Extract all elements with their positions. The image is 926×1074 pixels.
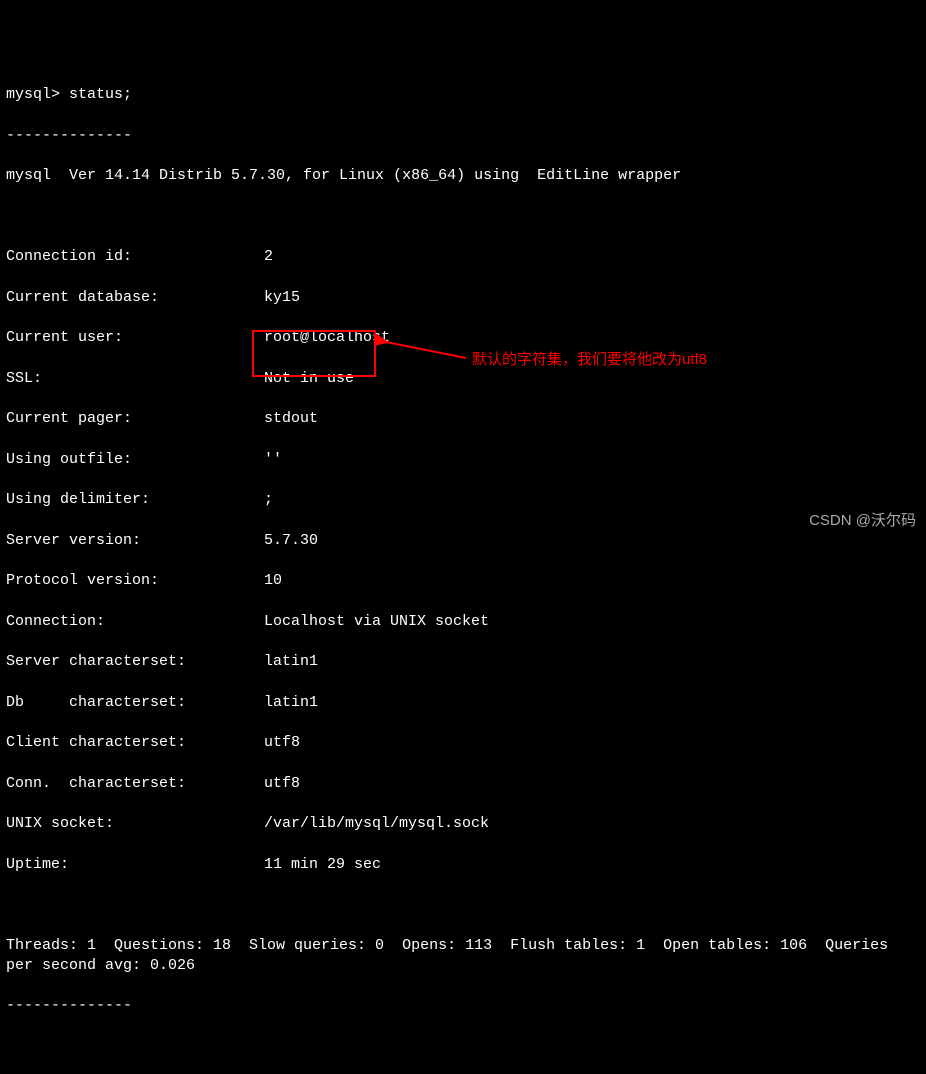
value: ky15 (264, 288, 920, 308)
version-line: mysql Ver 14.14 Distrib 5.7.30, for Linu… (6, 166, 920, 186)
value: stdout (264, 409, 920, 429)
row-current-user: Current user:root@localhost (6, 328, 920, 348)
label: Uptime: (6, 855, 264, 875)
label: Db characterset: (6, 693, 264, 713)
value: '' (264, 450, 920, 470)
value: 11 min 29 sec (264, 855, 920, 875)
label: Server characterset: (6, 652, 264, 672)
blank-line-2 (6, 895, 920, 915)
value: 2 (264, 247, 920, 267)
row-server-version: Server version:5.7.30 (6, 531, 920, 551)
row-connection-id: Connection id:2 (6, 247, 920, 267)
row-ssl: SSL:Not in use (6, 369, 920, 389)
value: /var/lib/mysql/mysql.sock (264, 814, 920, 834)
label: Protocol version: (6, 571, 264, 591)
value: ; (264, 490, 920, 510)
annotation-text: 默认的字符集，我们要将他改为utf8 (472, 350, 707, 370)
value: latin1 (264, 693, 920, 713)
row-unix-socket: UNIX socket:/var/lib/mysql/mysql.sock (6, 814, 920, 834)
label: Using delimiter: (6, 490, 264, 510)
row-current-database: Current database:ky15 (6, 288, 920, 308)
stats-line: Threads: 1 Questions: 18 Slow queries: 0… (6, 936, 920, 977)
blank-line (6, 207, 920, 227)
label: Current pager: (6, 409, 264, 429)
row-using-outfile: Using outfile:'' (6, 450, 920, 470)
label: Server version: (6, 531, 264, 551)
row-uptime: Uptime:11 min 29 sec (6, 855, 920, 875)
mysql-prompt: mysql> (6, 86, 69, 103)
value: utf8 (264, 774, 920, 794)
prompt-line: mysql> status; (6, 85, 920, 105)
label: Connection: (6, 612, 264, 632)
label: Using outfile: (6, 450, 264, 470)
label: SSL: (6, 369, 264, 389)
row-db-charset: Db characterset:latin1 (6, 693, 920, 713)
row-server-charset: Server characterset:latin1 (6, 652, 920, 672)
value: Not in use (264, 369, 920, 389)
row-client-charset: Client characterset:utf8 (6, 733, 920, 753)
row-conn-charset: Conn. characterset:utf8 (6, 774, 920, 794)
row-using-delimiter: Using delimiter:; (6, 490, 920, 510)
watermark: CSDN @沃尔码 (809, 511, 916, 531)
row-protocol-version: Protocol version:10 (6, 571, 920, 591)
label: Client characterset: (6, 733, 264, 753)
divider-bottom: -------------- (6, 996, 920, 1016)
command-text: status; (69, 86, 132, 103)
divider-top: -------------- (6, 126, 920, 146)
value: utf8 (264, 733, 920, 753)
row-current-pager: Current pager:stdout (6, 409, 920, 429)
value: 10 (264, 571, 920, 591)
label: Current user: (6, 328, 264, 348)
label: UNIX socket: (6, 814, 264, 834)
label: Connection id: (6, 247, 264, 267)
value: 5.7.30 (264, 531, 920, 551)
value: Localhost via UNIX socket (264, 612, 920, 632)
label: Current database: (6, 288, 264, 308)
row-connection: Connection:Localhost via UNIX socket (6, 612, 920, 632)
label: Conn. characterset: (6, 774, 264, 794)
value: root@localhost (264, 328, 920, 348)
value: latin1 (264, 652, 920, 672)
